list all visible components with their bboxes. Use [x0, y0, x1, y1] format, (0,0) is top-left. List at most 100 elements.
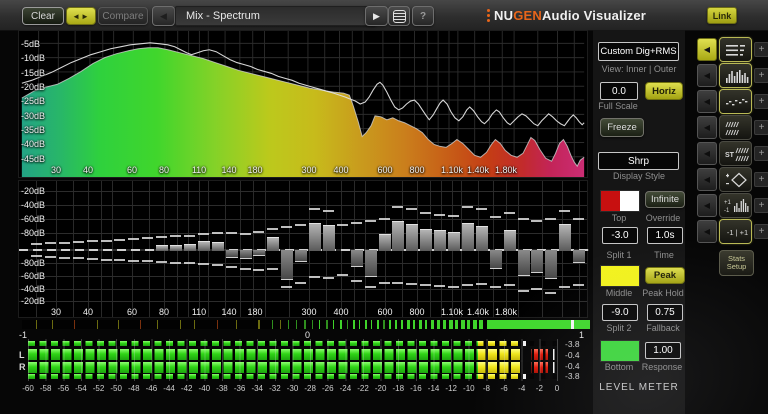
- histogram-peak-mark: [31, 243, 42, 245]
- compare-button[interactable]: Compare: [98, 7, 148, 25]
- display-vectorscope-button[interactable]: [719, 167, 752, 192]
- list-icon: [392, 9, 406, 23]
- histogram-bar: [183, 244, 196, 251]
- link-button[interactable]: Link: [707, 7, 737, 24]
- help-button[interactable]: ?: [412, 6, 434, 26]
- histogram-peak-mark: [142, 260, 154, 262]
- display-loudness-history-button[interactable]: +1 -1: [719, 193, 752, 218]
- histogram-peak-mark: [100, 240, 112, 242]
- histogram-gridline: [19, 263, 587, 264]
- histogram-gridline: [19, 289, 587, 290]
- display-spectrogram-row: ◀ +: [695, 115, 768, 140]
- peak-button[interactable]: Peak: [645, 267, 685, 284]
- correlation-tick: [425, 320, 427, 329]
- display-correlation-add-button[interactable]: +: [754, 224, 768, 239]
- histogram-display: -20dB -40dB -60dB -80dB -80dB -60dB -40dB -20dB…: [18, 180, 589, 318]
- meter-scale-tick: -20: [374, 384, 387, 393]
- histogram-peak-mark: [197, 263, 209, 265]
- split2-value[interactable]: -9.0: [602, 304, 638, 321]
- histogram-peak-mark: [114, 239, 126, 241]
- histogram-peak-mark: [545, 218, 557, 220]
- spectrum-freq-tick: 600: [377, 165, 393, 175]
- display-difference-add-button[interactable]: +: [754, 94, 768, 109]
- meter-scale-tick: 0: [554, 384, 560, 393]
- display-difference-icon: [726, 99, 748, 106]
- time-value[interactable]: 1.0s: [647, 227, 683, 244]
- meter-scale-tick: -56: [57, 384, 70, 393]
- display-spectrum-expand-button[interactable]: ◀: [697, 38, 717, 61]
- meter-mode-select[interactable]: Custom Dig+RMS: [598, 42, 679, 61]
- histogram-db-tick: -20dB: [21, 186, 46, 196]
- stats-setup-button[interactable]: Stats Setup: [719, 250, 754, 276]
- fallback-value[interactable]: 0.75: [647, 304, 683, 321]
- display-correlation-expand-button[interactable]: ◀: [697, 220, 717, 243]
- control-sidebar: Custom Dig+RMS View: Inner | Outer 0.0 H…: [593, 30, 685, 414]
- clear-button[interactable]: Clear: [22, 7, 64, 25]
- display-stereo-spectrogram-button[interactable]: ST: [719, 141, 752, 166]
- bottom-color-swatch[interactable]: [600, 340, 640, 362]
- display-stereo-spectrogram-expand-button[interactable]: ◀: [697, 142, 717, 165]
- preset-list-button[interactable]: [388, 6, 410, 26]
- level-meter-title: LEVEL METER: [599, 382, 679, 393]
- histogram-peak-mark: [420, 212, 432, 214]
- histogram-peak-mark: [58, 242, 70, 244]
- meter-scale-tick: -34: [251, 384, 263, 393]
- horiz-button[interactable]: Horiz: [645, 82, 683, 100]
- preset-display[interactable]: Mix - Spectrum: [175, 6, 376, 26]
- display-loudness-history-row: ◀ +1 -1 +: [695, 193, 768, 218]
- display-correlation-button[interactable]: -1 | +1: [719, 219, 752, 244]
- histogram-db-tick: -80dB: [21, 258, 46, 268]
- view-mode-label[interactable]: View: Inner | Outer: [593, 64, 685, 74]
- histogram-freq-tick: 600: [377, 307, 393, 317]
- histogram-peak-mark: [86, 240, 98, 242]
- override-button[interactable]: Infinite: [645, 191, 685, 208]
- swap-compare-icon-button[interactable]: ◄►: [66, 7, 96, 25]
- preset-next-button[interactable]: ▶: [365, 6, 388, 26]
- display-vectorscope-add-button[interactable]: +: [754, 172, 768, 187]
- histogram-peak-mark: [239, 268, 251, 270]
- display-spectrum-button[interactable]: [719, 37, 752, 62]
- top-color-left: [601, 191, 620, 211]
- spectrum-plot: [21, 31, 585, 178]
- display-histogram-button[interactable]: [719, 63, 752, 88]
- preset-prev-button[interactable]: ◀: [152, 6, 175, 26]
- meter-readout: -0.4: [565, 361, 580, 371]
- display-style-value[interactable]: Shrp: [598, 152, 679, 170]
- display-spectrogram-icon: [725, 121, 739, 136]
- histogram-peak-mark: [489, 216, 501, 218]
- middle-color-swatch[interactable]: [600, 265, 640, 287]
- meter-scale-tick: -60: [22, 384, 34, 393]
- response-value[interactable]: 1.00: [645, 342, 681, 359]
- meter-block-pattern: [28, 341, 557, 346]
- display-loudness-history-expand-button[interactable]: ◀: [697, 194, 717, 217]
- display-spectrogram-button[interactable]: [719, 115, 752, 140]
- display-histogram-add-button[interactable]: +: [754, 68, 768, 83]
- display-histogram-expand-button[interactable]: ◀: [697, 64, 717, 87]
- histogram-peak-mark: [336, 274, 348, 276]
- histogram-peak-mark: [378, 282, 390, 284]
- histogram-peak-mark: [573, 284, 585, 286]
- split1-value[interactable]: -3.0: [602, 227, 638, 244]
- freeze-button[interactable]: Freeze: [600, 118, 644, 137]
- spectrum-db-tick: -20dB: [21, 82, 46, 92]
- histogram-bar: [559, 224, 572, 251]
- histogram-peak-mark: [559, 286, 571, 288]
- histogram-bar: [406, 224, 419, 251]
- correlation-tick: [36, 320, 37, 329]
- display-vectorscope-expand-button[interactable]: ◀: [697, 168, 717, 191]
- histogram-bar: [434, 230, 447, 251]
- display-spectrum-add-button[interactable]: +: [754, 42, 768, 57]
- display-difference-button[interactable]: [719, 89, 752, 114]
- display-style-label: Display Style: [612, 171, 666, 181]
- top-color-swatch[interactable]: [600, 190, 640, 212]
- histogram-peak-mark: [211, 264, 223, 266]
- display-loudness-history-add-button[interactable]: +: [754, 198, 768, 213]
- display-spectrogram-expand-button[interactable]: ◀: [697, 116, 717, 139]
- histogram-bar: [156, 245, 169, 251]
- histogram-bar: [253, 250, 266, 256]
- display-stereo-spectrogram-add-button[interactable]: +: [754, 146, 768, 161]
- correlation-tick: [455, 320, 458, 329]
- display-spectrogram-add-button[interactable]: +: [754, 120, 768, 135]
- full-scale-value[interactable]: 0.0: [600, 82, 638, 100]
- display-difference-expand-button[interactable]: ◀: [697, 90, 717, 113]
